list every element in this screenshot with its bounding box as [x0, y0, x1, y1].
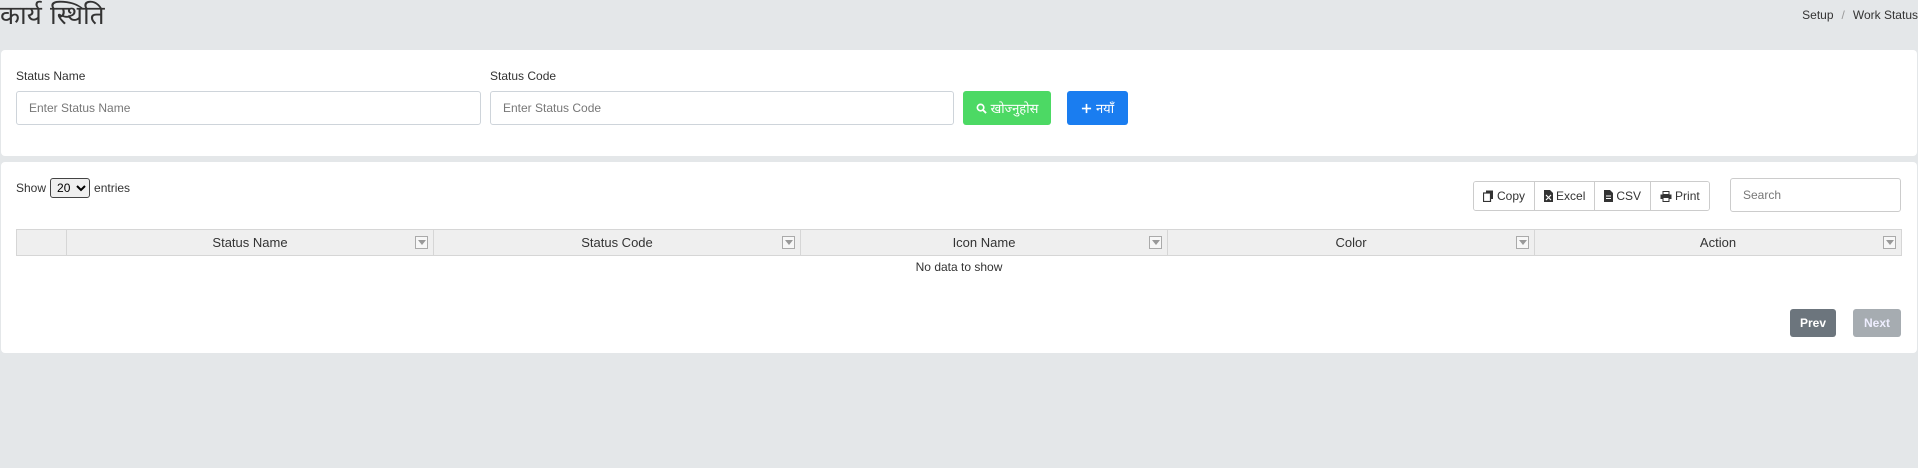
data-table: Status Name Status Code Icon Name Color … — [16, 229, 1902, 274]
column-header-icon-name[interactable]: Icon Name — [800, 229, 1168, 256]
next-button[interactable]: Next — [1853, 309, 1901, 337]
status-code-input[interactable] — [490, 91, 954, 125]
copy-icon — [1483, 190, 1494, 202]
column-header-action[interactable]: Action — [1534, 229, 1902, 256]
column-header-color[interactable]: Color — [1167, 229, 1535, 256]
csv-file-icon — [1604, 190, 1614, 202]
filter-icon[interactable] — [1149, 236, 1162, 249]
empty-message: No data to show — [915, 260, 1003, 274]
csv-button[interactable]: CSV — [1595, 182, 1652, 210]
excel-button[interactable]: Excel — [1535, 182, 1596, 210]
breadcrumb-setup[interactable]: Setup — [1802, 8, 1833, 22]
breadcrumb: Setup / Work Status — [1802, 8, 1918, 22]
copy-label: Copy — [1497, 189, 1526, 203]
plus-icon — [1081, 103, 1092, 114]
export-buttons: Copy Excel CSV Print — [1473, 181, 1710, 211]
filter-icon[interactable] — [1883, 236, 1896, 249]
search-icon — [976, 103, 987, 114]
csv-label: CSV — [1616, 189, 1642, 203]
search-button[interactable]: खोज्नुहोस — [963, 91, 1051, 125]
table-row: No data to show — [17, 256, 1902, 274]
copy-button[interactable]: Copy — [1474, 182, 1536, 210]
filter-icon[interactable] — [415, 236, 428, 249]
search-button-label: खोज्नुहोस — [990, 102, 1039, 117]
new-button-label: नयाँ — [1095, 102, 1115, 117]
table-search-input[interactable] — [1730, 178, 1901, 212]
table-card: Show 20 entries Copy Excel CSV Print Sea… — [1, 162, 1917, 353]
prev-button[interactable]: Prev — [1790, 309, 1836, 337]
status-name-label: Status Name — [16, 69, 86, 83]
show-entries: Show 20 entries — [16, 178, 130, 198]
filter-icon[interactable] — [1516, 236, 1529, 249]
excel-file-icon — [1544, 190, 1554, 202]
column-header-status-name[interactable]: Status Name — [66, 229, 434, 256]
table-header-row: Status Name Status Code Icon Name Color … — [16, 229, 1902, 256]
print-icon — [1660, 190, 1672, 202]
page-title: कार्य स्थिति — [0, 1, 105, 31]
entries-label: entries — [94, 181, 131, 195]
select-column-header — [16, 229, 67, 256]
show-label: Show — [16, 181, 47, 195]
column-header-status-code[interactable]: Status Code — [433, 229, 801, 256]
breadcrumb-separator: / — [1841, 8, 1845, 22]
excel-label: Excel — [1556, 189, 1586, 203]
entries-select[interactable]: 20 — [50, 178, 91, 198]
status-code-label: Status Code — [490, 69, 557, 83]
status-name-input[interactable] — [16, 91, 481, 125]
breadcrumb-work-status: Work Status — [1852, 8, 1918, 22]
new-button[interactable]: नयाँ — [1067, 91, 1128, 125]
filter-card: Status Name Status Code खोज्नुहोस नयाँ — [1, 50, 1917, 156]
print-label: Print — [1675, 189, 1700, 203]
filter-icon[interactable] — [782, 236, 795, 249]
print-button[interactable]: Print — [1651, 182, 1709, 210]
